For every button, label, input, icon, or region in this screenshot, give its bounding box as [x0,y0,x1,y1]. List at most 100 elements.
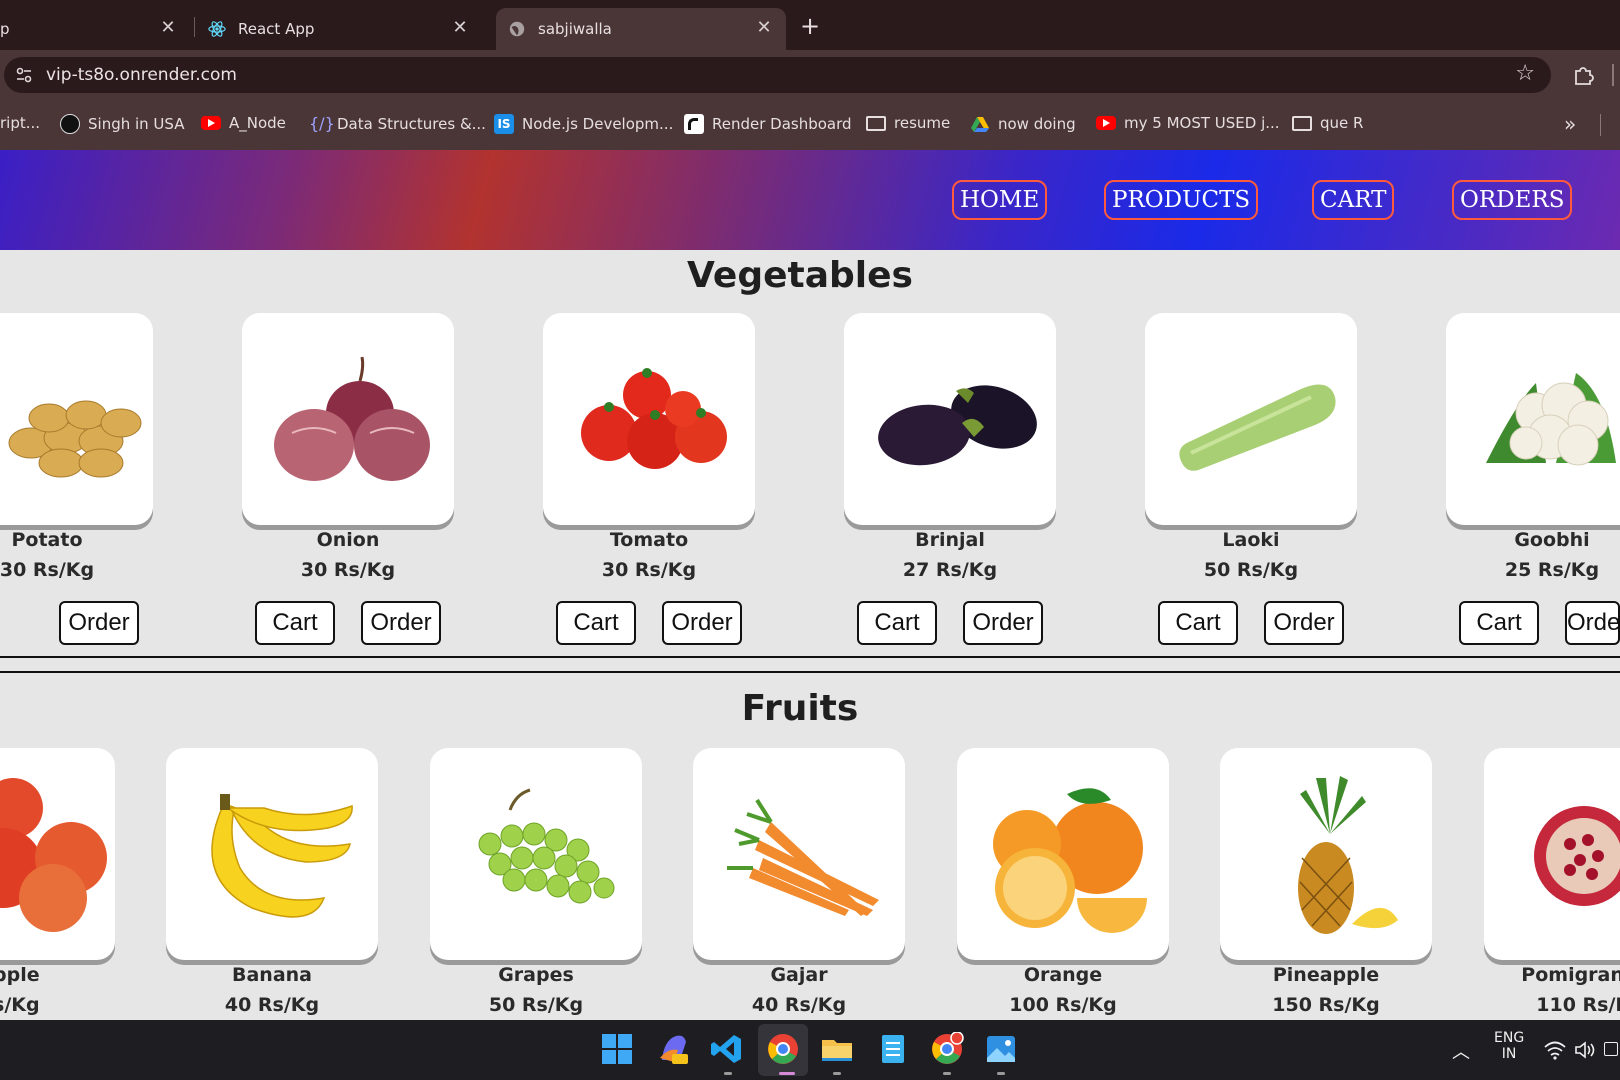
bookmark-item[interactable]: A_Node [201,114,286,132]
product-image [1446,313,1620,525]
section-divider [0,656,1620,658]
tab-title: React App [238,20,315,38]
main-content: Vegetables Potato 30 Rs/Kg Cart Order [0,250,1620,1020]
tab-react-app[interactable]: React App ✕ [200,8,482,50]
order-button[interactable]: Order [662,601,742,645]
product-price: 40 Rs/Kg [224,994,320,1016]
close-icon[interactable]: ✕ [754,17,774,38]
goobhi-image [1486,373,1616,466]
order-button[interactable]: Order [1264,601,1344,645]
bookmark-item[interactable]: que R [1292,114,1363,132]
language-indicator[interactable]: ENG IN [1494,1030,1524,1062]
drive-icon [971,117,989,132]
cart-button[interactable]: Cart [1158,601,1238,645]
cart-button[interactable]: Cart [857,601,937,645]
chrome-profile-icon[interactable] [930,1032,964,1066]
volume-icon[interactable] [1574,1040,1596,1060]
address-bar[interactable]: vip-ts8o.onrender.com ☆ [4,57,1551,93]
product-price: 50 Rs/Kg [488,994,584,1016]
bookmark-label: Data Structures &... [337,115,486,133]
tab-title: sabjiwalla [538,20,612,38]
tab-sabjiwalla[interactable]: sabjiwalla ✕ [496,8,786,50]
tab-divider [194,17,195,37]
product-price: 25 Rs/Kg [1504,559,1600,581]
vscode-icon[interactable] [710,1032,744,1066]
order-button[interactable]: Order [963,601,1043,645]
cart-button[interactable]: Cart [1459,601,1539,645]
file-explorer-icon[interactable] [820,1032,854,1066]
product-name: Brinjal [915,529,985,551]
potato-image [8,400,142,478]
close-icon[interactable]: ✕ [158,17,178,38]
taskbar: ︿ ENG IN [0,1020,1620,1080]
product-name: Potato [11,529,83,551]
product-image [0,748,115,960]
bookmark-label: A_Node [229,114,286,132]
onion-image [274,356,430,481]
tab-strip: p ✕ React App ✕ sabjiwalla ✕ + [0,0,1620,50]
globe-icon [509,21,525,37]
bookmark-item[interactable]: {/} Data Structures &... [309,114,486,134]
bookmark-label: Render Dashboard [712,115,852,133]
bookmark-label: resume [894,114,951,132]
product-image [1484,748,1620,960]
apple-image [0,778,107,932]
order-button[interactable]: Order [1565,601,1620,645]
order-button[interactable]: Order [59,601,139,645]
chrome-icon[interactable] [766,1032,800,1066]
bookmarks-divider [1600,114,1601,136]
battery-icon[interactable] [1604,1042,1618,1056]
site-navbar: HOME PRODUCTS CART ORDERS [0,150,1620,250]
nav-orders-button[interactable]: ORDERS [1452,180,1573,220]
tab-previous[interactable]: p ✕ [0,8,190,50]
cart-button[interactable]: Cart [255,601,335,645]
browser-toolbar: vip-ts8o.onrender.com ☆ [0,50,1620,100]
bookmark-item[interactable]: Render Dashboard [684,114,852,134]
extensions-icon[interactable] [1572,64,1594,86]
order-button[interactable]: Order [361,601,441,645]
bookmark-item[interactable]: now doing [970,114,1076,134]
notepad-icon[interactable] [876,1032,910,1066]
close-icon[interactable]: ✕ [450,17,470,38]
react-icon [208,21,226,37]
bookmark-item[interactable]: Singh in USA [60,114,184,134]
braces-icon: {/} [309,114,335,133]
nav-home-button[interactable]: HOME [952,180,1048,220]
active-indicator [779,1072,795,1075]
running-indicator [943,1072,951,1075]
is-icon: IS [494,114,514,134]
youtube-icon [1096,116,1116,130]
bookmark-star-icon[interactable]: ☆ [1515,61,1535,86]
product-name: Pomigranate [1521,964,1620,986]
more-bookmarks-icon[interactable]: » [1564,112,1576,136]
product-name: Pineapple [1272,964,1380,986]
cart-button[interactable]: Cart [556,601,636,645]
nav-cart-button[interactable]: CART [1312,180,1395,220]
show-hidden-icons-icon[interactable]: ︿ [1452,1038,1470,1064]
product-price: 110 Rs/Kg [1536,994,1620,1016]
new-tab-button[interactable]: + [800,12,820,40]
site-settings-icon[interactable] [14,65,34,85]
wifi-icon[interactable] [1544,1040,1566,1060]
url-text[interactable]: vip-ts8o.onrender.com [46,65,237,85]
bookmark-item[interactable]: resume [866,114,950,132]
product-price: 150 Rs/Kg [1272,994,1380,1016]
render-icon [684,114,704,134]
copilot-icon[interactable] [656,1032,690,1066]
product-image [844,313,1056,525]
youtube-icon [201,116,221,130]
bookmark-label: Node.js Developm... [522,115,674,133]
bookmark-item[interactable]: my 5 MOST USED j... [1096,114,1280,132]
bookmark-item[interactable]: ript... [0,114,40,132]
grapes-image [478,788,615,904]
region-code: IN [1501,1046,1517,1062]
tomato-image [581,368,727,469]
photos-icon[interactable] [984,1032,1018,1066]
nav-products-button[interactable]: PRODUCTS [1104,180,1259,220]
product-price: 30 Rs/Kg [300,559,396,581]
windows-start-icon[interactable] [600,1032,634,1066]
pomegranate-image [1534,806,1620,906]
bookmark-item[interactable]: IS Node.js Developm... [494,114,673,134]
bookmark-label: my 5 MOST USED j... [1124,114,1280,132]
product-price: 30 Rs/Kg [0,559,95,581]
